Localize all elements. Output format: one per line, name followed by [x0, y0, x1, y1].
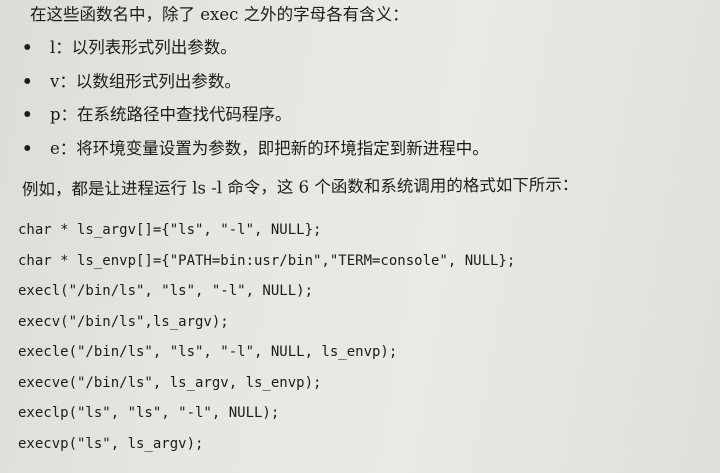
- code-line: execle("/bin/ls", "ls", "-l", NULL, ls_e…: [18, 344, 398, 360]
- book-page: 在这些函数名中，除了 exec 之外的字母各有含义： • l：以列表形式列出参数。…: [0, 0, 720, 473]
- code-line: execlp("ls", "ls", "-l", NULL);: [18, 405, 280, 421]
- list-item-text: l：以列表形式列出参数。: [50, 38, 237, 57]
- code-line: char * ls_argv[]={"ls", "-l", NULL};: [18, 222, 322, 238]
- code-line: execve("/bin/ls", ls_argv, ls_envp);: [18, 374, 322, 391]
- list-item: • e：将环境变量设置为参数，即把新的环境指定到新进程中。: [22, 137, 489, 171]
- list-item: • p：在系统路径中查找代码程序。: [22, 103, 489, 137]
- bullet-icon: •: [22, 138, 33, 158]
- intro-paragraph: 在这些函数名中，除了 exec 之外的字母各有含义：: [30, 5, 409, 24]
- list-item-text: p：在系统路径中查找代码程序。: [50, 105, 292, 124]
- list-item: • v：以数组形式列出参数。: [22, 70, 489, 104]
- bullet-icon: •: [22, 71, 33, 91]
- code-line: execl("/bin/ls", "ls", "-l", NULL);: [18, 283, 314, 299]
- summary-paragraph: 例如，都是让进程运行 ls -l 命令，这 6 个函数和系统调用的格式如下所示：: [21, 175, 579, 199]
- list-item: • l：以列表形式列出参数。: [22, 36, 489, 70]
- code-line: char * ls_envp[]={"PATH=bin:usr/bin","TE…: [18, 252, 516, 269]
- bullet-icon: •: [22, 38, 33, 57]
- code-listing: char * ls_argv[]={"ls", "-l", NULL}; cha…: [18, 220, 515, 464]
- list-item-text: v：以数组形式列出参数。: [50, 71, 241, 91]
- code-line: execv("/bin/ls",ls_argv);: [18, 313, 229, 330]
- bullet-icon: •: [22, 105, 33, 124]
- code-line: execvp("ls", ls_argv);: [18, 435, 204, 452]
- suffix-meaning-list: • l：以列表形式列出参数。 • v：以数组形式列出参数。 • p：在系统路径中查找代…: [22, 36, 489, 170]
- list-item-text: e：将环境变量设置为参数，即把新的环境指定到新进程中。: [50, 138, 489, 158]
